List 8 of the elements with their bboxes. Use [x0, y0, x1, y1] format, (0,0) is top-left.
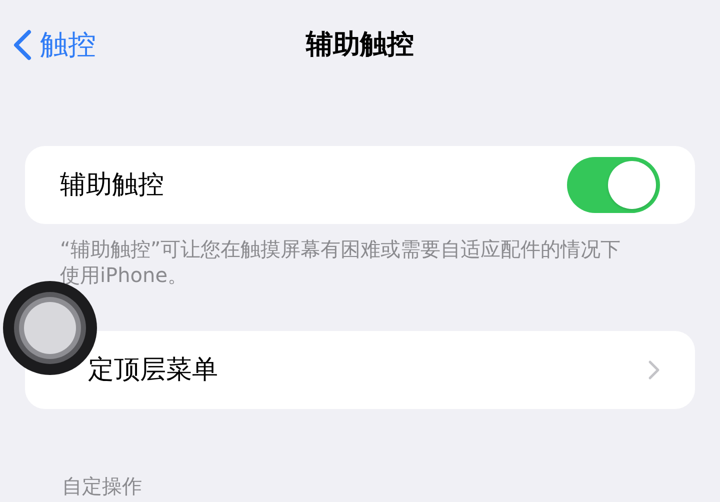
chevron-icon [648, 360, 660, 380]
menu-row[interactable]: 定顶层菜单 [25, 331, 695, 409]
page-title: 辅助触控 [306, 28, 414, 62]
menu-label: 定顶层菜单 [88, 354, 218, 386]
back-chevron-icon [12, 29, 32, 61]
toggle-label: 辅助触控 [60, 168, 164, 202]
section-header: 自定操作 [62, 473, 143, 500]
footer-text: “辅助触控”可让您在触摸屏幕有困难或需要自适应配件的情况下使用iPhone。 [60, 236, 622, 288]
